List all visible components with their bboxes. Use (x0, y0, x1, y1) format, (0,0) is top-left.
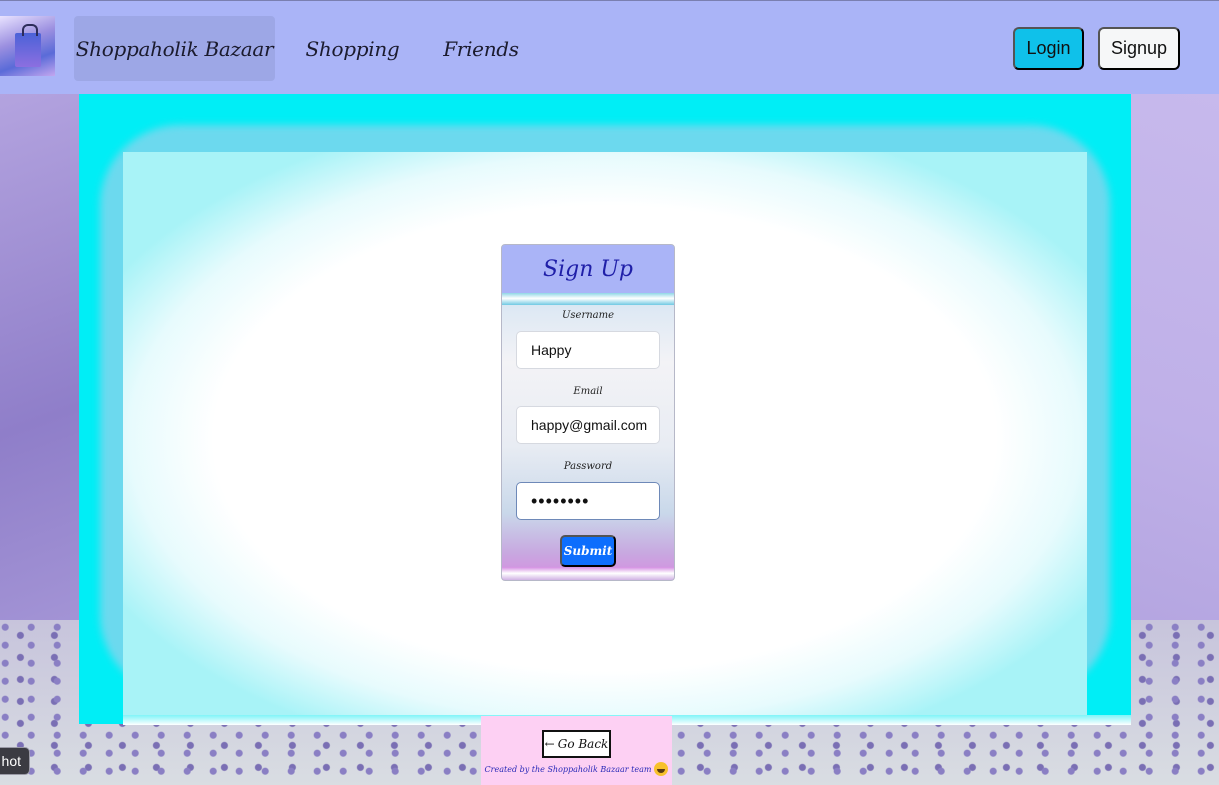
submit-button[interactable]: Submit (560, 535, 616, 567)
background-right-drape (1131, 94, 1219, 634)
go-back-button[interactable]: ← Go Back (542, 730, 611, 758)
card-top-sheen (502, 293, 674, 305)
grinning-face-icon (654, 762, 669, 776)
footer-credit-text: Created by the Shoppaholik Bazaar team (484, 764, 652, 774)
signup-card: Sign Up Username Happy Email happy@gmail… (501, 244, 675, 581)
footer-credit: Created by the Shoppaholik Bazaar team (481, 760, 672, 778)
nav-brand-link[interactable]: Shoppaholik Bazaar (74, 16, 275, 81)
password-label: Password (563, 461, 613, 472)
go-back-label: Go Back (557, 737, 609, 751)
signup-title: Sign Up (502, 245, 674, 293)
password-field[interactable]: •••••••• (516, 482, 660, 520)
left-arrow-icon: ← (544, 737, 555, 751)
nav-link-shopping[interactable]: Shopping (300, 16, 405, 81)
signup-button[interactable]: Signup (1098, 27, 1180, 70)
footer: ← Go Back Created by the Shoppaholik Baz… (481, 716, 672, 785)
email-label: Email (573, 386, 603, 397)
background-left-drape (0, 94, 80, 634)
login-button[interactable]: Login (1013, 27, 1084, 70)
email-field[interactable]: happy@gmail.com (516, 406, 660, 444)
edge-chip[interactable]: hot (0, 747, 30, 775)
nav-link-friends[interactable]: Friends (440, 16, 522, 81)
username-field[interactable]: Happy (516, 331, 660, 369)
shopping-bag-logo-icon[interactable] (0, 16, 55, 76)
bag-shape (14, 24, 41, 67)
navbar: Shoppaholik Bazaar Shopping Friends Logi… (0, 0, 1219, 94)
card-bottom-sheen (502, 567, 674, 580)
username-label: Username (561, 310, 615, 321)
